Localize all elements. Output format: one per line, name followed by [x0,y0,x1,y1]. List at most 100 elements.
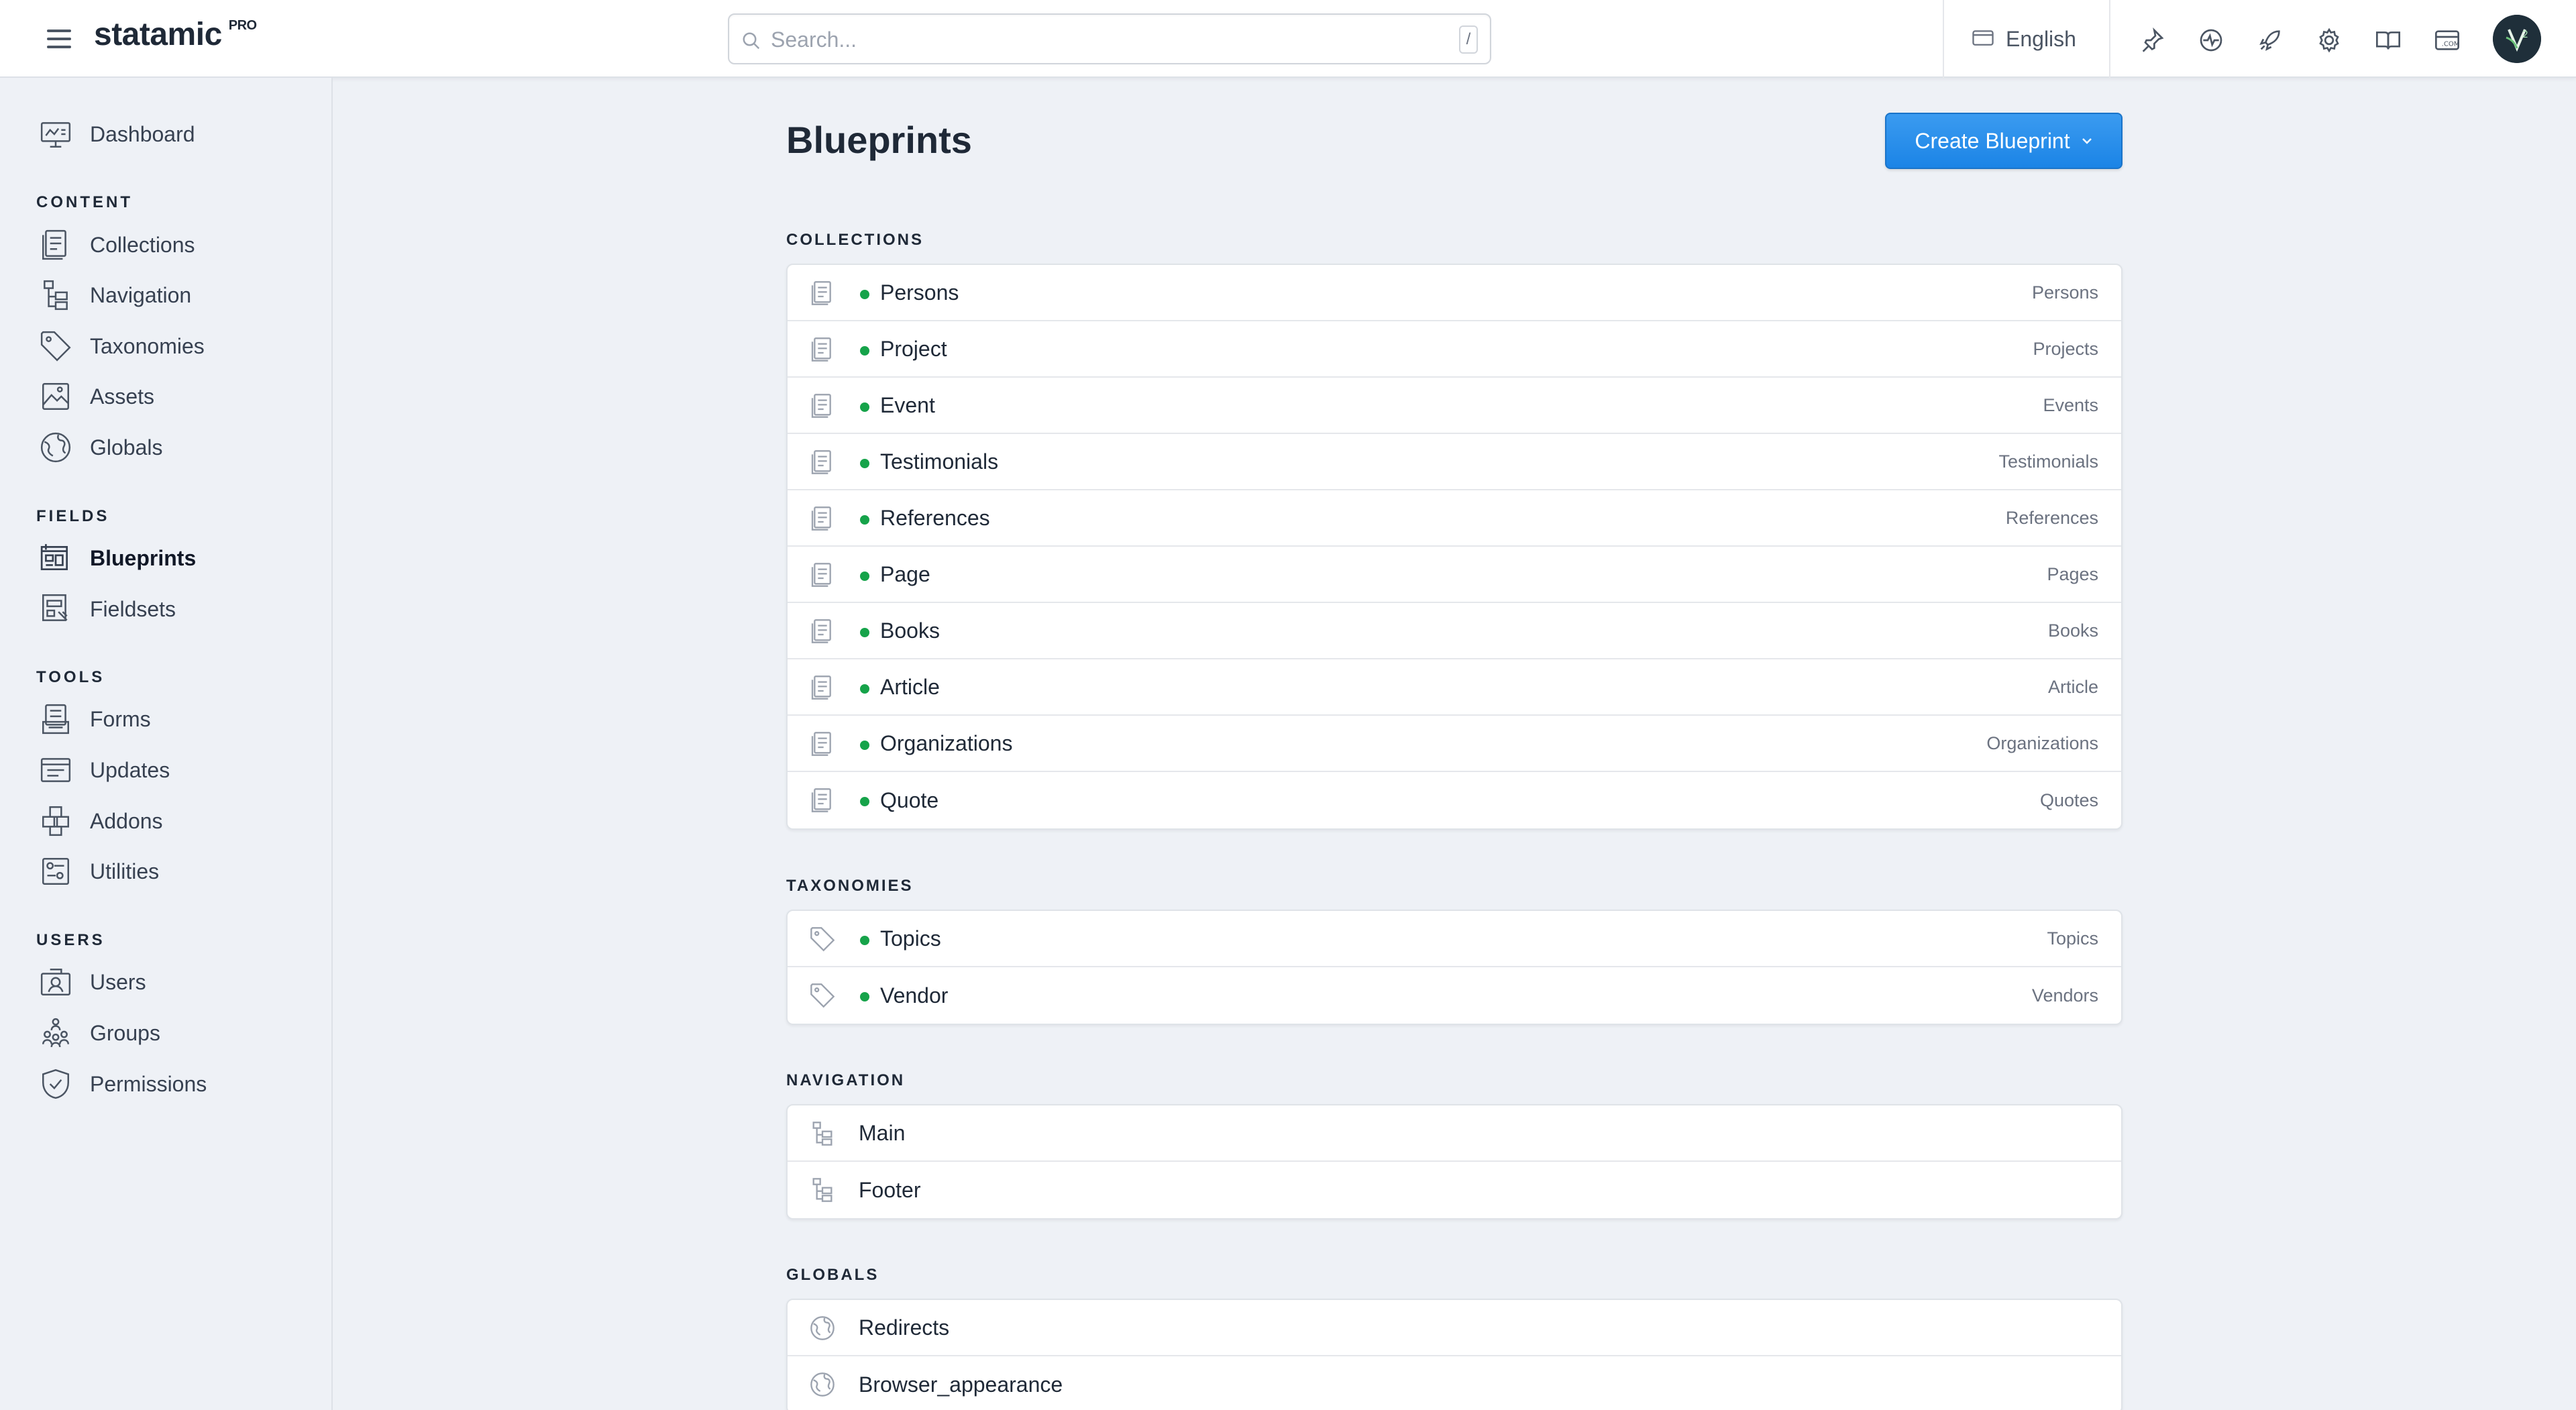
top-bar: statamicPRO / English .COM 2 [0,0,2576,78]
svg-text:2: 2 [2522,30,2528,40]
statamic-logo[interactable]: statamic PRO [94,16,257,53]
blueprint-link[interactable]: Redirects [859,1315,949,1340]
published-status-dot [860,797,869,806]
blueprint-link[interactable]: Organizations [880,731,1012,756]
table-row[interactable]: Main [788,1105,2121,1162]
navigation-icon [812,1122,833,1146]
table-row[interactable]: Redirects [788,1300,2121,1356]
divider [1943,0,1944,78]
published-status-dot [860,684,869,694]
blueprint-link[interactable]: Article [880,675,940,700]
collection-name: Persons [2031,282,2098,303]
collection-name: Pages [2047,563,2098,584]
blueprint-link[interactable]: Quote [880,788,938,813]
global-search[interactable]: / [728,13,1491,64]
utilities-icon [42,858,69,885]
sidebar-item-updates[interactable]: Updates [39,750,170,790]
collections-blueprint-list: Persons Persons Project Projects Event E… [786,264,2123,830]
sidebar-item-label: Updates [90,757,170,782]
forms-icon [42,704,69,735]
sidebar-item-label: Utilities [90,859,160,883]
rocket-icon[interactable] [2257,27,2284,54]
sidebar-item-utilities[interactable]: Utilities [39,851,159,891]
blueprint-link[interactable]: Footer [859,1178,920,1203]
sidebar-heading-content: CONTENT [36,193,133,211]
published-status-dot [860,992,869,1001]
section-heading-taxonomies: TAXONOMIES [786,877,914,895]
sidebar-item-globals[interactable]: Globals [39,427,163,468]
taxonomy-name: Vendors [2031,985,2098,1006]
table-row[interactable]: Project Projects [788,321,2121,378]
sidebar-item-forms[interactable]: Forms [39,699,151,739]
sidebar-heading-users: USERS [36,931,105,949]
create-blueprint-label: Create Blueprint [1915,128,2070,153]
sidebar-item-addons[interactable]: Addons [39,801,163,841]
edition-badge: PRO [228,18,257,33]
table-row[interactable]: Organizations Organizations [788,716,2121,772]
blueprint-link[interactable]: Browser_appearance [859,1372,1063,1397]
table-row[interactable]: Page Pages [788,547,2121,603]
search-input[interactable] [771,24,1415,55]
settings-icon[interactable] [2316,27,2343,54]
published-status-dot [860,741,869,750]
sidebar-heading-fields: FIELDS [36,507,110,525]
collection-name: Organizations [1986,733,2098,753]
user-avatar[interactable]: 2 [2493,15,2541,63]
sidebar-item-dashboard[interactable]: Dashboard [39,114,195,154]
table-row[interactable]: Quote Quotes [788,772,2121,828]
site-selector-label: English [2006,26,2076,51]
sidebar-item-users[interactable]: Users [39,962,146,1002]
menu-toggle-icon[interactable] [47,30,71,48]
create-blueprint-button[interactable]: Create Blueprint [1885,113,2123,169]
blueprint-link[interactable]: Project [880,337,947,362]
sidebar-item-assets[interactable]: Assets [39,376,154,417]
sidebar-item-label: Blueprints [90,545,197,570]
blueprint-link[interactable]: Testimonials [880,449,998,474]
table-row[interactable]: References References [788,490,2121,547]
sidebar-item-blueprints[interactable]: Blueprints [39,538,196,578]
table-row[interactable]: Vendor Vendors [788,967,2121,1024]
table-row[interactable]: Browser_appearance [788,1356,2121,1410]
sidebar-item-label: Addons [90,808,163,833]
blueprint-link[interactable]: Vendor [880,983,948,1008]
globe-icon [40,432,71,463]
collection-name: Testimonials [1998,451,2098,472]
table-row[interactable]: Testimonials Testimonials [788,434,2121,490]
section-heading-navigation: NAVIGATION [786,1071,906,1089]
section-heading-globals: GLOBALS [786,1266,879,1284]
sidebar-item-navigation[interactable]: Navigation [39,275,191,315]
collection-icon [811,506,831,531]
blueprint-link[interactable]: Books [880,618,940,643]
table-row[interactable]: Topics Topics [788,911,2121,967]
table-row[interactable]: Article Article [788,659,2121,716]
sidebar-item-label: Fieldsets [90,596,176,621]
sidebar-item-groups[interactable]: Groups [39,1013,160,1053]
sidebar-item-taxonomies[interactable]: Taxonomies [39,326,205,366]
docs-icon[interactable] [2375,27,2402,54]
blueprint-link[interactable]: Topics [880,926,941,951]
blueprint-link[interactable]: Persons [880,280,959,305]
table-row[interactable]: Books Books [788,603,2121,659]
published-status-dot [860,459,869,468]
sidebar-item-label: Permissions [90,1071,207,1096]
sidebar-item-label: Users [90,969,146,994]
blueprint-link[interactable]: Event [880,393,935,418]
blueprint-link[interactable]: Page [880,562,930,587]
sidebar-item-permissions[interactable]: Permissions [39,1064,207,1104]
sidebar-item-collections[interactable]: Collections [39,225,195,265]
globe-icon [810,1372,835,1397]
sidebar-item-fieldsets[interactable]: Fieldsets [39,589,176,629]
site-selector[interactable]: English [1971,24,2076,54]
blueprint-link[interactable]: References [880,506,990,531]
navigation-blueprint-list: Main Footer [786,1104,2123,1219]
table-row[interactable]: Persons Persons [788,265,2121,321]
pulse-icon[interactable] [2198,27,2224,54]
collection-icon [811,732,831,756]
pin-icon[interactable] [2139,27,2165,54]
sidebar-item-label: Collections [90,232,195,257]
blueprint-link[interactable]: Main [859,1121,905,1146]
dotcom-icon[interactable]: .COM [2434,27,2461,54]
table-row[interactable]: Footer [788,1162,2121,1218]
chevron-down-icon [2082,138,2092,144]
table-row[interactable]: Event Events [788,378,2121,434]
